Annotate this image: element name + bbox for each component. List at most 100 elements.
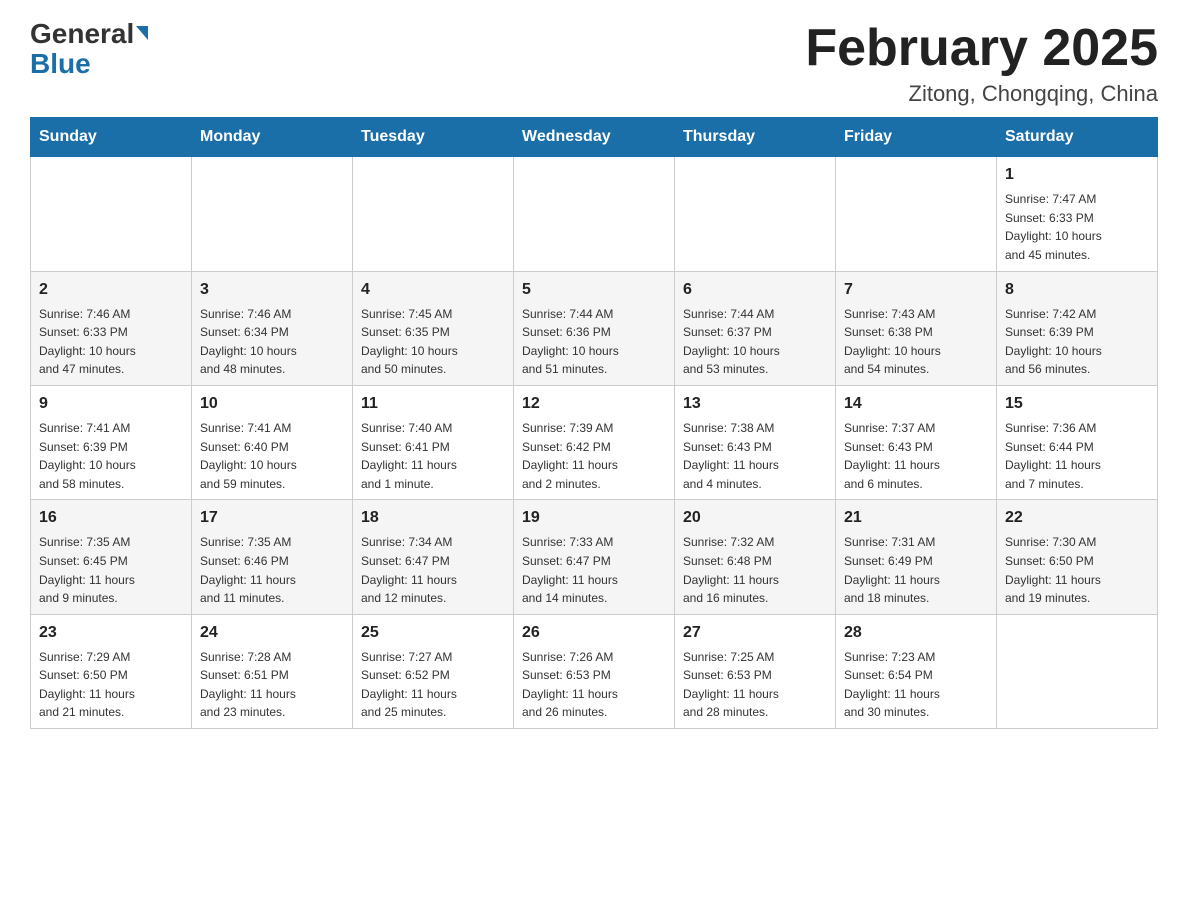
day-number: 13 (683, 392, 827, 416)
table-row: 9 Sunrise: 7:41 AMSunset: 6:39 PMDaylight… (31, 385, 192, 499)
table-row: 23 Sunrise: 7:29 AMSunset: 6:50 PMDayligh… (31, 614, 192, 728)
day-info: Sunrise: 7:35 AMSunset: 6:46 PMDaylight:… (200, 533, 344, 607)
table-row: 11 Sunrise: 7:40 AMSunset: 6:41 PMDayligh… (353, 385, 514, 499)
day-info: Sunrise: 7:40 AMSunset: 6:41 PMDaylight:… (361, 419, 505, 493)
table-row (675, 157, 836, 271)
day-number: 16 (39, 506, 183, 530)
day-number: 14 (844, 392, 988, 416)
day-number: 21 (844, 506, 988, 530)
day-info: Sunrise: 7:37 AMSunset: 6:43 PMDaylight:… (844, 419, 988, 493)
day-number: 17 (200, 506, 344, 530)
day-number: 4 (361, 278, 505, 302)
day-info: Sunrise: 7:27 AMSunset: 6:52 PMDaylight:… (361, 648, 505, 722)
table-row: 25 Sunrise: 7:27 AMSunset: 6:52 PMDayligh… (353, 614, 514, 728)
day-number: 19 (522, 506, 666, 530)
table-row (31, 157, 192, 271)
calendar-subtitle: Zitong, Chongqing, China (805, 81, 1158, 107)
day-info: Sunrise: 7:31 AMSunset: 6:49 PMDaylight:… (844, 533, 988, 607)
header-saturday: Saturday (997, 118, 1158, 157)
calendar-header-row: Sunday Monday Tuesday Wednesday Thursday… (31, 118, 1158, 157)
day-info: Sunrise: 7:39 AMSunset: 6:42 PMDaylight:… (522, 419, 666, 493)
day-number: 23 (39, 621, 183, 645)
day-number: 26 (522, 621, 666, 645)
header-sunday: Sunday (31, 118, 192, 157)
table-row: 22Sunrise: 7:30 AMSunset: 6:50 PMDayligh… (997, 500, 1158, 614)
day-number: 7 (844, 278, 988, 302)
day-info: Sunrise: 7:45 AMSunset: 6:35 PMDaylight:… (361, 305, 505, 379)
day-number: 5 (522, 278, 666, 302)
calendar-table: Sunday Monday Tuesday Wednesday Thursday… (30, 117, 1158, 729)
day-number: 9 (39, 392, 183, 416)
day-info: Sunrise: 7:23 AMSunset: 6:54 PMDaylight:… (844, 648, 988, 722)
day-info: Sunrise: 7:34 AMSunset: 6:47 PMDaylight:… (361, 533, 505, 607)
day-info: Sunrise: 7:46 AMSunset: 6:33 PMDaylight:… (39, 305, 183, 379)
header-wednesday: Wednesday (514, 118, 675, 157)
table-row: 4 Sunrise: 7:45 AMSunset: 6:35 PMDaylight… (353, 271, 514, 385)
table-row: 13Sunrise: 7:38 AMSunset: 6:43 PMDayligh… (675, 385, 836, 499)
table-row: 28 Sunrise: 7:23 AMSunset: 6:54 PMDayligh… (836, 614, 997, 728)
header-friday: Friday (836, 118, 997, 157)
day-info: Sunrise: 7:30 AMSunset: 6:50 PMDaylight:… (1005, 533, 1149, 607)
table-row: 12 Sunrise: 7:39 AMSunset: 6:42 PMDayligh… (514, 385, 675, 499)
day-info: Sunrise: 7:47 AMSunset: 6:33 PMDaylight:… (1005, 190, 1149, 264)
day-info: Sunrise: 7:46 AMSunset: 6:34 PMDaylight:… (200, 305, 344, 379)
day-number: 12 (522, 392, 666, 416)
table-row: 20 Sunrise: 7:32 AMSunset: 6:48 PMDayligh… (675, 500, 836, 614)
logo-arrow-icon (136, 26, 148, 40)
calendar-week-row: 16 Sunrise: 7:35 AMSunset: 6:45 PMDayligh… (31, 500, 1158, 614)
day-number: 11 (361, 392, 505, 416)
day-info: Sunrise: 7:36 AMSunset: 6:44 PMDaylight:… (1005, 419, 1149, 493)
table-row: 17 Sunrise: 7:35 AMSunset: 6:46 PMDayligh… (192, 500, 353, 614)
header-thursday: Thursday (675, 118, 836, 157)
table-row: 24 Sunrise: 7:28 AMSunset: 6:51 PMDayligh… (192, 614, 353, 728)
day-number: 25 (361, 621, 505, 645)
table-row: 5Sunrise: 7:44 AMSunset: 6:36 PMDaylight… (514, 271, 675, 385)
calendar-week-row: 23 Sunrise: 7:29 AMSunset: 6:50 PMDayligh… (31, 614, 1158, 728)
table-row: 10 Sunrise: 7:41 AMSunset: 6:40 PMDayligh… (192, 385, 353, 499)
day-info: Sunrise: 7:25 AMSunset: 6:53 PMDaylight:… (683, 648, 827, 722)
logo-general: General (30, 20, 148, 48)
day-info: Sunrise: 7:32 AMSunset: 6:48 PMDaylight:… (683, 533, 827, 607)
day-info: Sunrise: 7:41 AMSunset: 6:40 PMDaylight:… (200, 419, 344, 493)
day-info: Sunrise: 7:29 AMSunset: 6:50 PMDaylight:… (39, 648, 183, 722)
table-row: 8 Sunrise: 7:42 AMSunset: 6:39 PMDaylight… (997, 271, 1158, 385)
table-row: 14 Sunrise: 7:37 AMSunset: 6:43 PMDayligh… (836, 385, 997, 499)
table-row: 16 Sunrise: 7:35 AMSunset: 6:45 PMDayligh… (31, 500, 192, 614)
table-row: 26 Sunrise: 7:26 AMSunset: 6:53 PMDayligh… (514, 614, 675, 728)
day-number: 15 (1005, 392, 1149, 416)
day-info: Sunrise: 7:35 AMSunset: 6:45 PMDaylight:… (39, 533, 183, 607)
day-info: Sunrise: 7:41 AMSunset: 6:39 PMDaylight:… (39, 419, 183, 493)
day-info: Sunrise: 7:28 AMSunset: 6:51 PMDaylight:… (200, 648, 344, 722)
day-number: 28 (844, 621, 988, 645)
day-number: 18 (361, 506, 505, 530)
calendar-week-row: 9 Sunrise: 7:41 AMSunset: 6:39 PMDaylight… (31, 385, 1158, 499)
calendar-week-row: 1 Sunrise: 7:47 AMSunset: 6:33 PMDaylight… (31, 157, 1158, 271)
table-row (997, 614, 1158, 728)
table-row: 21 Sunrise: 7:31 AMSunset: 6:49 PMDayligh… (836, 500, 997, 614)
day-info: Sunrise: 7:42 AMSunset: 6:39 PMDaylight:… (1005, 305, 1149, 379)
table-row: 3 Sunrise: 7:46 AMSunset: 6:34 PMDaylight… (192, 271, 353, 385)
table-row (353, 157, 514, 271)
day-info: Sunrise: 7:33 AMSunset: 6:47 PMDaylight:… (522, 533, 666, 607)
day-number: 8 (1005, 278, 1149, 302)
table-row: 18 Sunrise: 7:34 AMSunset: 6:47 PMDayligh… (353, 500, 514, 614)
day-number: 3 (200, 278, 344, 302)
day-info: Sunrise: 7:26 AMSunset: 6:53 PMDaylight:… (522, 648, 666, 722)
table-row (514, 157, 675, 271)
logo-blue: Blue (30, 50, 91, 78)
day-number: 24 (200, 621, 344, 645)
day-number: 10 (200, 392, 344, 416)
table-row (192, 157, 353, 271)
calendar-title: February 2025 (805, 20, 1158, 77)
day-number: 6 (683, 278, 827, 302)
logo: General Blue (30, 20, 148, 78)
table-row: 15 Sunrise: 7:36 AMSunset: 6:44 PMDayligh… (997, 385, 1158, 499)
day-number: 1 (1005, 163, 1149, 187)
day-number: 2 (39, 278, 183, 302)
day-info: Sunrise: 7:44 AMSunset: 6:37 PMDaylight:… (683, 305, 827, 379)
day-number: 20 (683, 506, 827, 530)
header-tuesday: Tuesday (353, 118, 514, 157)
table-row: 27Sunrise: 7:25 AMSunset: 6:53 PMDayligh… (675, 614, 836, 728)
table-row: 2 Sunrise: 7:46 AMSunset: 6:33 PMDaylight… (31, 271, 192, 385)
title-section: February 2025 Zitong, Chongqing, China (805, 20, 1158, 107)
